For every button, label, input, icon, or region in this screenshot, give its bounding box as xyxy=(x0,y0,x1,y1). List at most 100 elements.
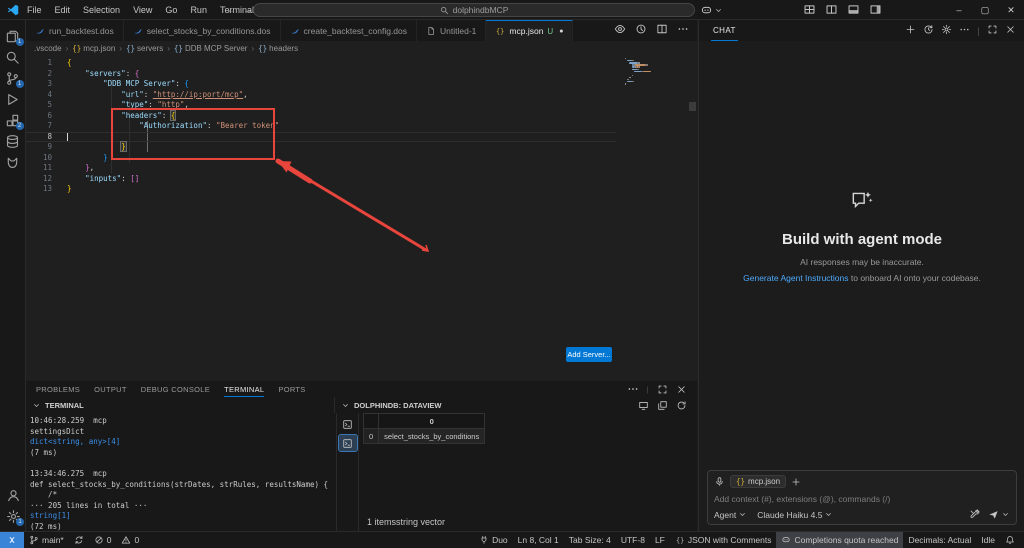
code-line[interactable]: 13} xyxy=(26,184,616,195)
panel-tab-debug-console[interactable]: DEBUG CONSOLE xyxy=(141,381,210,397)
sidebar-item-run-debug[interactable] xyxy=(0,89,26,110)
menu-edit[interactable]: Edit xyxy=(55,5,71,15)
sidebar-item-source-control[interactable]: 1 xyxy=(0,68,26,89)
open-editor-icon[interactable] xyxy=(657,400,668,411)
dataview-table[interactable]: 0 0 select_stocks_by_conditions xyxy=(363,413,485,444)
panel-tab-output[interactable]: OUTPUT xyxy=(94,381,127,397)
terminal-tab-2[interactable] xyxy=(339,435,357,451)
tab-run-backtest-dos[interactable]: run_backtest.dos xyxy=(26,20,124,41)
code-line[interactable]: 12 "inputs": [] xyxy=(26,174,616,185)
sidebar-item-dolphindb-databases[interactable] xyxy=(0,131,26,152)
generate-agent-instructions-link[interactable]: Generate Agent Instructions xyxy=(743,273,848,283)
status-idle[interactable]: Idle xyxy=(976,532,1000,548)
split-editor-button[interactable] xyxy=(656,22,668,40)
chat-history-button[interactable] xyxy=(923,24,934,37)
chat-expand-button[interactable] xyxy=(987,24,998,37)
tab-create-backtest-config-dos[interactable]: create_backtest_config.dos xyxy=(281,20,417,41)
run-server-button[interactable] xyxy=(635,22,647,40)
menu-file[interactable]: File xyxy=(27,5,42,15)
status-decimals[interactable]: Decimals: Actual xyxy=(903,532,976,548)
add-server-button[interactable]: Add Server... xyxy=(566,347,612,362)
more-button[interactable] xyxy=(677,22,689,40)
status-sync[interactable] xyxy=(69,532,89,548)
menu-go[interactable]: Go xyxy=(165,5,177,15)
panel-tab-terminal[interactable]: TERMINAL xyxy=(224,381,264,397)
open-in-window-icon[interactable] xyxy=(638,400,649,411)
status-branch[interactable]: main* xyxy=(24,532,69,548)
preview-button[interactable] xyxy=(614,22,626,40)
code-line[interactable]: 3 "DDB MCP Server": { xyxy=(26,79,616,90)
code-line[interactable]: 5 "type": "http", xyxy=(26,100,616,111)
chat-plus-button[interactable] xyxy=(905,24,916,37)
status-cursor-position[interactable]: Ln 8, Col 1 xyxy=(513,532,564,548)
status-duo-connection[interactable]: Duo xyxy=(474,532,513,548)
chat-more-button[interactable] xyxy=(959,24,970,37)
back-icon[interactable]: ← xyxy=(226,5,236,16)
code-editor[interactable]: 1{2 "servers": {3 "DDB MCP Server": {4 "… xyxy=(26,58,616,195)
chat-gear-button[interactable] xyxy=(941,24,952,37)
status-tab-size[interactable]: Tab Size: 4 xyxy=(564,532,616,548)
tab-untitled-1[interactable]: Untitled-1 xyxy=(417,20,486,41)
panel-tab-ports[interactable]: PORTS xyxy=(278,381,305,397)
sidebar-item-search[interactable] xyxy=(0,47,26,68)
breadcrumb-item-ddb-mcp-server[interactable]: {}DDB MCP Server xyxy=(174,44,248,53)
command-center-search[interactable]: dolphindbMCP xyxy=(253,3,695,17)
code-line[interactable]: 11 }, xyxy=(26,163,616,174)
layout-columns-button[interactable] xyxy=(825,3,838,18)
panel-tab-problems[interactable]: PROBLEMS xyxy=(36,381,80,397)
tab-chat[interactable]: CHAT xyxy=(711,20,738,41)
editor-pane[interactable]: 1{2 "servers": {3 "DDB MCP Server": {4 "… xyxy=(26,55,697,381)
code-line[interactable]: 7 "Authorization": "Bearer token" xyxy=(26,121,616,132)
menu-selection[interactable]: Selection xyxy=(83,5,120,15)
code-line[interactable]: 2 "servers": { xyxy=(26,69,616,80)
status-eol[interactable]: LF xyxy=(650,532,670,548)
refresh-icon[interactable] xyxy=(676,400,687,411)
sidebar-item-explorer[interactable]: 1 xyxy=(0,26,26,47)
editor-scrollbar[interactable] xyxy=(689,102,696,111)
send-button[interactable] xyxy=(988,509,1010,520)
code-line[interactable]: 8 xyxy=(26,132,616,143)
code-line[interactable]: 9 } xyxy=(26,142,616,153)
breadcrumb-item--vscode[interactable]: .vscode xyxy=(34,44,62,53)
breadcrumb-item-mcp-json[interactable]: {}mcp.json xyxy=(72,44,115,53)
more-actions-icon[interactable] xyxy=(627,383,639,395)
customize-layout-button[interactable] xyxy=(803,3,816,18)
menu-view[interactable]: View xyxy=(133,5,152,15)
add-context-icon[interactable] xyxy=(791,477,801,487)
sidebar-item-settings[interactable]: 1 xyxy=(0,506,26,527)
tab-select-stocks-by-conditions-dos[interactable]: select_stocks_by_conditions.dos xyxy=(124,20,281,41)
mode-picker[interactable]: Agent xyxy=(714,510,747,520)
tab-mcp-json[interactable]: {}mcp.jsonU● xyxy=(486,20,573,41)
close-panel-icon[interactable] xyxy=(676,384,687,395)
code-line[interactable]: 10 } xyxy=(26,153,616,164)
sidebar-item-accounts[interactable] xyxy=(0,485,26,506)
layout-panel-button[interactable] xyxy=(847,3,860,18)
breadcrumb-item-servers[interactable]: {}servers xyxy=(126,44,163,53)
code-line[interactable]: 4 "url": "http://ip:port/mcp", xyxy=(26,90,616,101)
breadcrumb-item-headers[interactable]: {}headers xyxy=(258,44,298,53)
copilot-icon[interactable] xyxy=(700,4,713,17)
forward-icon[interactable]: → xyxy=(243,5,253,16)
menu-run[interactable]: Run xyxy=(190,5,207,15)
copilot-menu[interactable] xyxy=(700,0,723,20)
status-warnings[interactable]: 0 xyxy=(116,532,144,548)
terminal-tab-1[interactable] xyxy=(339,416,357,432)
status-remote[interactable] xyxy=(0,532,24,548)
sidebar-item-dolphindb[interactable] xyxy=(0,152,26,173)
status-notifications[interactable] xyxy=(1000,532,1020,548)
layout-sidebar-right-button[interactable] xyxy=(869,3,882,18)
code-line[interactable]: 6 "headers": { xyxy=(26,111,616,122)
minimize-button[interactable]: – xyxy=(946,0,972,20)
maximize-button[interactable]: ▢ xyxy=(972,0,998,20)
terminal-section-header[interactable]: TERMINAL xyxy=(26,397,334,413)
dataview-section-header[interactable]: DOLPHINDB: DATAVIEW xyxy=(334,397,697,413)
table-row[interactable]: 0 select_stocks_by_conditions xyxy=(364,429,485,444)
sidebar-item-extensions[interactable]: 2 xyxy=(0,110,26,131)
chat-close-button[interactable] xyxy=(1005,24,1016,37)
status-copilot-quota[interactable]: Completions quota reached xyxy=(776,532,903,548)
context-chip[interactable]: {} mcp.json xyxy=(730,475,786,488)
code-line[interactable]: 1{ xyxy=(26,58,616,69)
tools-icon[interactable] xyxy=(969,509,980,520)
chat-input-box[interactable]: {} mcp.json Add context (#), extensions … xyxy=(707,470,1017,525)
terminal-output[interactable]: 10:46:28.259 mcpsettingsDictdict<string,… xyxy=(30,416,328,543)
